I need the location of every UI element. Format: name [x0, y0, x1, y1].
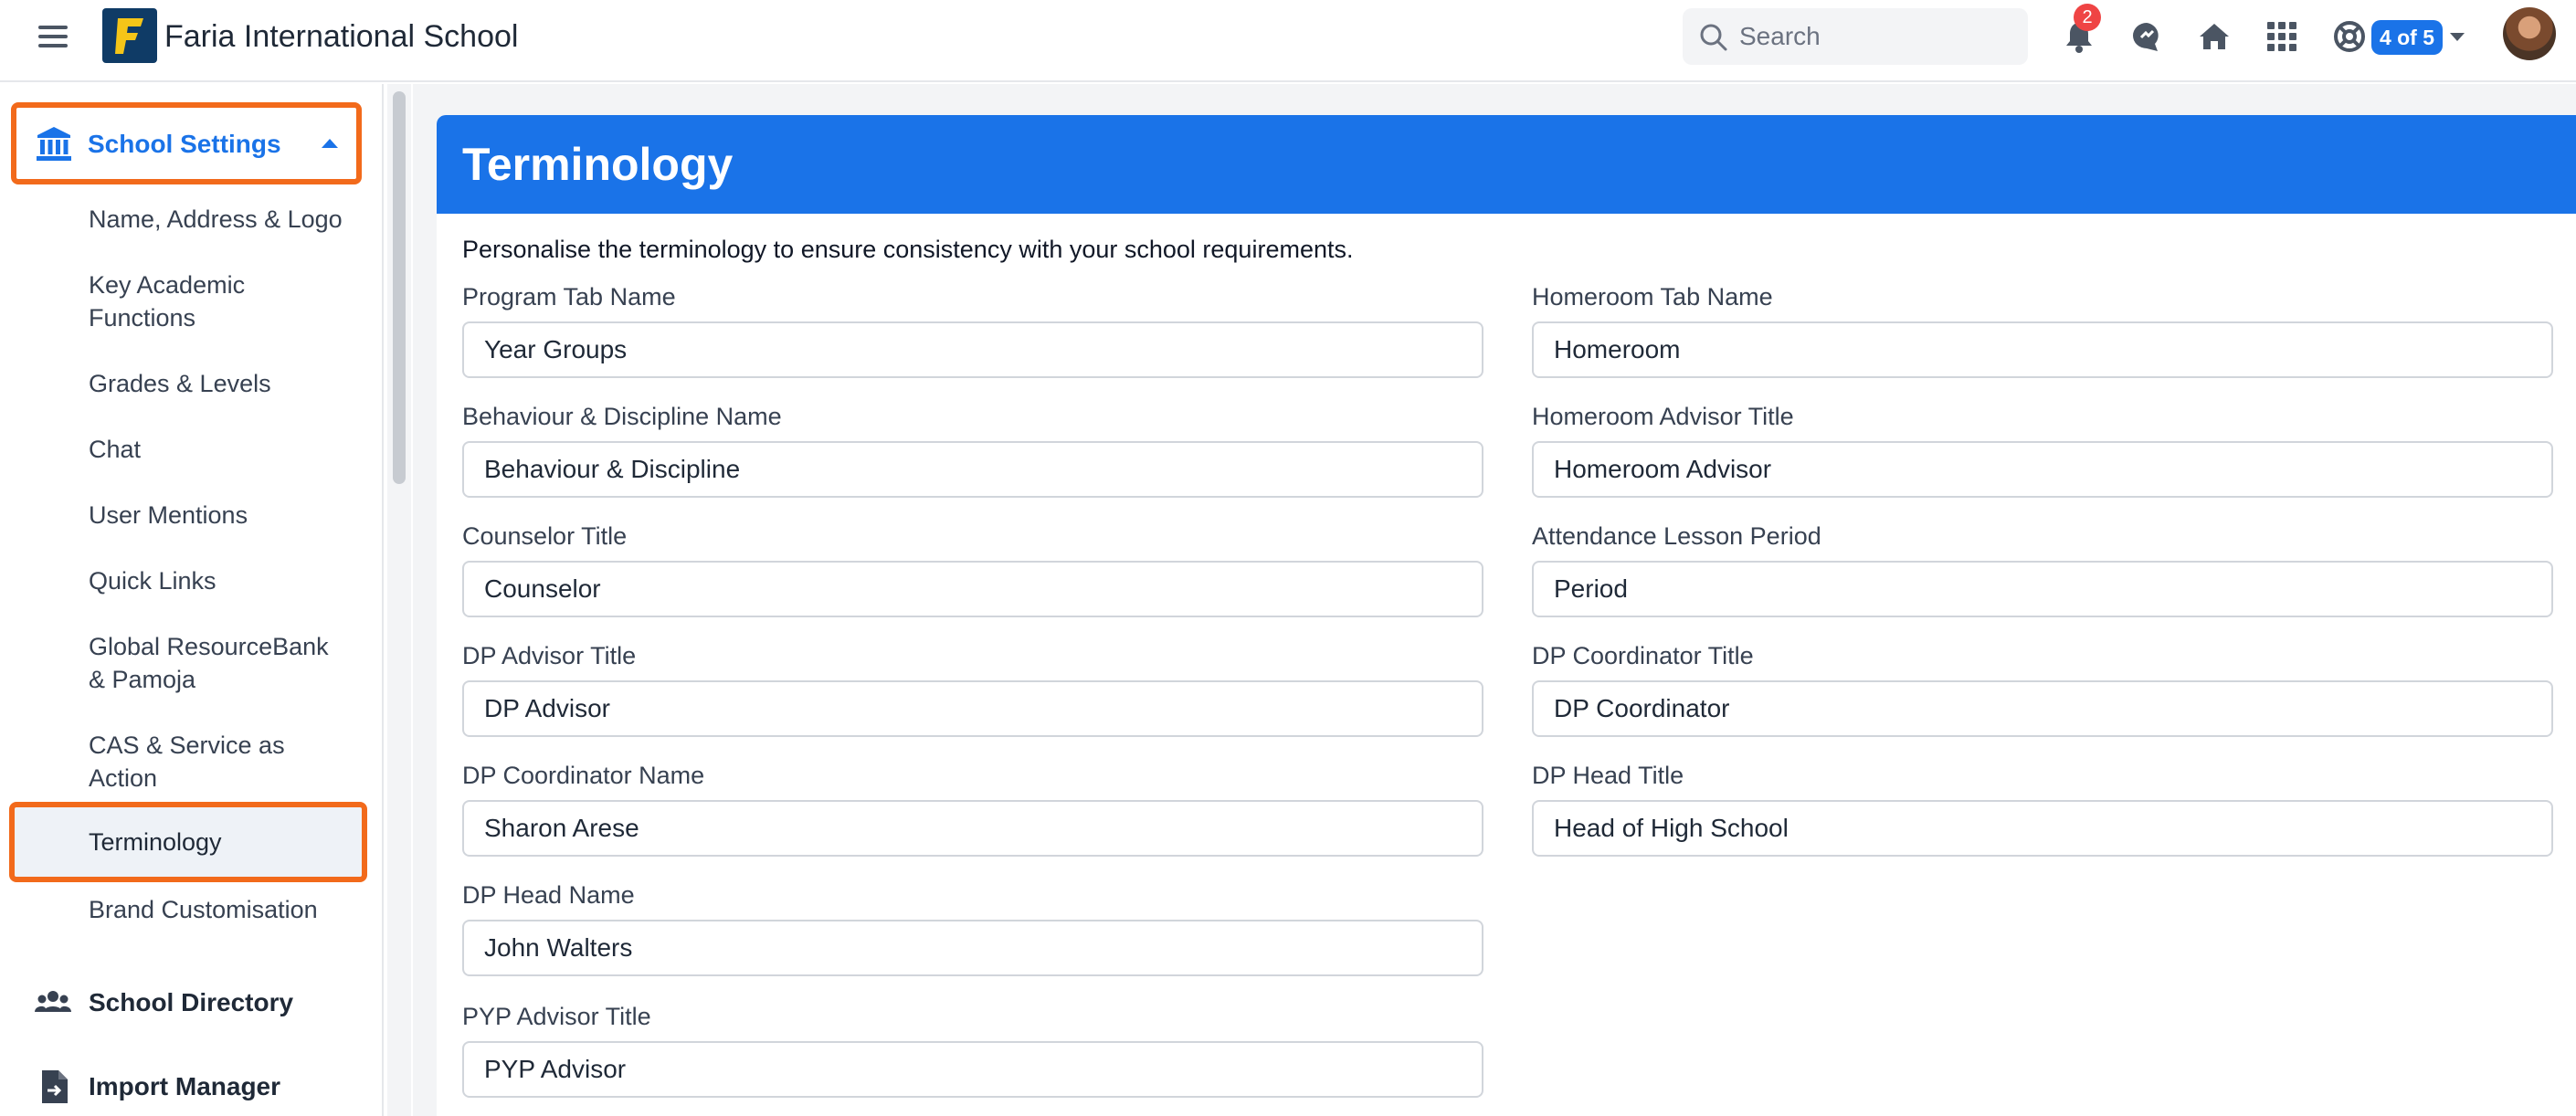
search-box[interactable] [1683, 8, 2028, 65]
notification-badge: 2 [2074, 4, 2101, 31]
dp-head-name-field[interactable] [462, 920, 1483, 976]
chevron-up-icon [322, 139, 338, 148]
search-icon [1700, 24, 1727, 51]
dp-head-title-field[interactable] [1532, 800, 2553, 857]
chat-icon[interactable] [2128, 18, 2165, 55]
sidebar-item-name-address-logo[interactable]: Name, Address & Logo [89, 203, 343, 236]
pyp-advisor-title-field[interactable] [462, 1041, 1483, 1098]
program-tab-name-label: Program Tab Name [462, 283, 676, 311]
card-header: Terminology [437, 115, 2576, 214]
homeroom-advisor-title-label: Homeroom Advisor Title [1532, 403, 1794, 430]
homeroom-tab-name-field[interactable] [1532, 321, 2553, 378]
homeroom-advisor-title-field[interactable] [1532, 441, 2553, 498]
school-logo[interactable] [102, 8, 157, 63]
dp-head-name-label: DP Head Name [462, 881, 635, 909]
users-icon [35, 991, 71, 1012]
sidebar-item-user-mentions[interactable]: User Mentions [89, 499, 248, 532]
counselor-title-field[interactable] [462, 561, 1483, 617]
sidebar-item-cas-service[interactable]: CAS & Service as Action [89, 729, 308, 795]
pagination-pill[interactable]: 4 of 5 [2371, 20, 2443, 55]
dp-advisor-title-label: DP Advisor Title [462, 642, 637, 669]
sidebar-item-grades-levels[interactable]: Grades & Levels [89, 367, 271, 400]
sidebar-section-label: School Directory [89, 988, 294, 1016]
behaviour-discipline-name-label: Behaviour & Discipline Name [462, 403, 782, 430]
dp-coordinator-title-label: DP Coordinator Title [1532, 642, 1754, 669]
sidebar-item-key-academic-functions[interactable]: Key Academic Functions [89, 268, 308, 334]
sidebar-item-brand-customisation[interactable]: Brand Customisation [89, 893, 318, 926]
apps-grid-icon[interactable] [2264, 18, 2300, 55]
page-title: Terminology [462, 139, 734, 190]
terminology-card: Terminology Personalise the terminology … [437, 115, 2576, 1116]
sidebar-section-import-manager[interactable]: Import Manager [35, 1070, 364, 1107]
dp-head-title-label: DP Head Title [1532, 762, 1684, 789]
top-bar: Faria International School 2 4 of 5 [0, 0, 2576, 82]
help-lifebuoy-icon[interactable] [2331, 18, 2368, 55]
attendance-lesson-period-field[interactable] [1532, 561, 2553, 617]
sidebar-item-global-resourcebank[interactable]: Global ResourceBank & Pamoja [89, 630, 344, 696]
sidebar [0, 84, 384, 1116]
counselor-title-label: Counselor Title [462, 522, 628, 550]
sidebar-item-quick-links[interactable]: Quick Links [89, 564, 216, 597]
sidebar-section-label: School Settings [88, 130, 281, 158]
dp-coordinator-name-label: DP Coordinator Name [462, 762, 705, 789]
sidebar-item-terminology[interactable]: Terminology [9, 802, 367, 882]
bank-icon [37, 127, 71, 161]
sidebar-item-chat[interactable]: Chat [89, 433, 141, 466]
sidebar-item-label: Terminology [89, 828, 222, 856]
sidebar-section-label: Import Manager [89, 1072, 281, 1100]
search-input[interactable] [1739, 19, 2013, 54]
sidebar-section-school-directory[interactable]: School Directory [35, 986, 364, 1023]
program-tab-name-field[interactable] [462, 321, 1483, 378]
dp-advisor-title-field[interactable] [462, 680, 1483, 737]
menu-icon[interactable] [37, 20, 69, 53]
pyp-advisor-title-label: PYP Advisor Title [462, 1003, 651, 1030]
file-import-icon [42, 1070, 68, 1103]
chevron-down-icon[interactable] [2450, 33, 2465, 41]
attendance-lesson-period-label: Attendance Lesson Period [1532, 522, 1821, 550]
dp-coordinator-name-field[interactable] [462, 800, 1483, 857]
sidebar-scrollbar-thumb[interactable] [393, 91, 406, 484]
home-icon[interactable] [2196, 18, 2233, 55]
sidebar-section-school-settings[interactable]: School Settings [11, 102, 362, 184]
homeroom-tab-name-label: Homeroom Tab Name [1532, 283, 1773, 311]
intro-text: Personalise the terminology to ensure co… [462, 236, 1354, 263]
avatar[interactable] [2503, 7, 2556, 60]
school-name[interactable]: Faria International School [164, 18, 518, 55]
behaviour-discipline-name-field[interactable] [462, 441, 1483, 498]
dp-coordinator-title-field[interactable] [1532, 680, 2553, 737]
